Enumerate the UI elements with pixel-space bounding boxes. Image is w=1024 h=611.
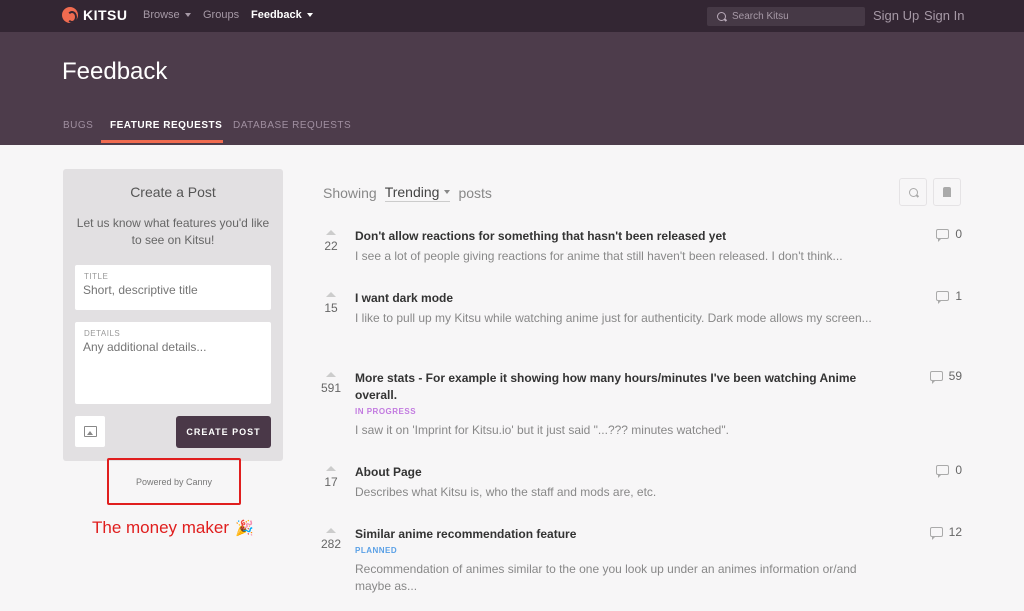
comment-icon (936, 229, 950, 242)
powered-by-canny-link[interactable]: Powered by Canny (107, 458, 241, 505)
upvote-icon (326, 292, 336, 297)
sign-up-link[interactable]: Sign Up (873, 8, 919, 23)
comment-icon (929, 371, 943, 384)
vote-count: 591 (320, 381, 342, 395)
status-badge: IN PROGRESS (355, 407, 417, 416)
filter-icon (943, 187, 951, 197)
search-icon (908, 187, 918, 197)
vote-button[interactable]: 22 (320, 230, 342, 253)
create-post-button[interactable]: CREATE POST (176, 416, 271, 448)
nav-feedback[interactable]: Feedback (251, 9, 313, 21)
vote-button[interactable]: 17 (320, 466, 342, 489)
post-item[interactable]: 17 About Page Describes what Kitsu is, w… (320, 463, 970, 504)
post-description: Describes what Kitsu is, who the staff a… (355, 485, 657, 499)
comment-count: 59 (929, 369, 962, 384)
search-posts-button[interactable] (899, 178, 927, 206)
nav-groups-label: Groups (203, 9, 240, 21)
top-nav: KITSU Browse Groups Feedback Search Kits… (0, 0, 1024, 32)
search-icon (717, 12, 726, 21)
upvote-icon (326, 466, 336, 471)
kitsu-logo-icon (62, 7, 78, 23)
comment-count-value: 1 (955, 289, 962, 303)
sign-in-link[interactable]: Sign In (924, 8, 964, 23)
post-description: I see a lot of people giving reactions f… (355, 249, 843, 263)
title-input[interactable] (83, 283, 261, 297)
post-title[interactable]: I want dark mode (355, 290, 895, 307)
create-post-description: Let us know what features you'd like to … (76, 216, 270, 247)
upvote-icon (326, 230, 336, 235)
comment-count-value: 0 (955, 463, 962, 477)
nav-feedback-label: Feedback (251, 9, 302, 21)
vote-count: 22 (324, 239, 338, 253)
comment-icon (936, 291, 950, 304)
post-description: I like to pull up my Kitsu while watchin… (355, 311, 872, 325)
comment-count: 1 (936, 289, 962, 304)
search-input[interactable]: Search Kitsu (707, 7, 865, 26)
tab-database-requests[interactable]: DATABASE REQUESTS (233, 120, 351, 131)
sort-suffix: posts (458, 185, 492, 201)
annotation: The money maker 🎉 (92, 518, 254, 538)
annotation-text: The money maker (92, 518, 229, 537)
comment-count: 0 (936, 227, 962, 242)
sort-row: Showing Trending posts (323, 184, 492, 202)
post-item[interactable]: 282 Similar anime recommendation feature… (320, 525, 970, 598)
tab-bugs[interactable]: BUGS (63, 120, 93, 131)
image-icon (83, 426, 97, 437)
kitsu-logo[interactable]: KITSU (62, 7, 128, 23)
nav-groups[interactable]: Groups (203, 9, 239, 21)
comment-count: 0 (936, 463, 962, 478)
comment-icon (929, 527, 943, 540)
details-input[interactable] (83, 340, 261, 390)
comment-count-value: 0 (955, 227, 962, 241)
post-title[interactable]: More stats - For example it showing how … (355, 370, 895, 404)
post-item[interactable]: 591 More stats - For example it showing … (320, 369, 970, 440)
details-label: DETAILS (84, 329, 121, 338)
post-description: I saw it on 'Imprint for Kitsu.io' but i… (355, 423, 729, 437)
post-description: Recommendation of animes similar to the … (355, 562, 857, 593)
upvote-icon (326, 528, 336, 533)
attach-image-button[interactable] (75, 416, 105, 447)
post-title[interactable]: About Page (355, 464, 895, 481)
vote-button[interactable]: 282 (320, 528, 342, 551)
comment-icon (936, 465, 950, 478)
create-post-card: Create a Post Let us know what features … (63, 169, 283, 461)
post-title[interactable]: Don't allow reactions for something that… (355, 228, 895, 245)
nav-browse[interactable]: Browse (143, 9, 191, 21)
search-placeholder: Search Kitsu (732, 11, 789, 22)
post-item[interactable]: 22 Don't allow reactions for something t… (320, 227, 970, 268)
sort-selected-label: Trending (384, 184, 440, 200)
vote-count: 15 (324, 301, 338, 315)
title-field[interactable]: TITLE (75, 265, 271, 310)
active-tab-indicator (101, 140, 223, 143)
comment-count-value: 59 (948, 369, 962, 383)
title-label: TITLE (84, 272, 109, 281)
chevron-down-icon (444, 190, 451, 194)
details-field[interactable]: DETAILS (75, 322, 271, 404)
page-title: Feedback (62, 58, 168, 85)
powered-by-label: Powered by Canny (135, 476, 213, 487)
page-header: Feedback BUGS FEATURE REQUESTS DATABASE … (0, 32, 1024, 145)
comment-count-value: 12 (948, 525, 962, 539)
post-item[interactable]: 15 I want dark mode I like to pull up my… (320, 289, 970, 345)
vote-button[interactable]: 591 (320, 372, 342, 395)
chevron-down-icon (306, 13, 313, 17)
brand-name: KITSU (83, 7, 128, 23)
vote-count: 17 (324, 475, 338, 489)
status-badge: PLANNED (355, 546, 398, 555)
post-title[interactable]: Similar anime recommendation feature (355, 526, 895, 543)
tab-feature-requests[interactable]: FEATURE REQUESTS (110, 120, 222, 131)
chevron-down-icon (184, 13, 191, 17)
vote-button[interactable]: 15 (320, 292, 342, 315)
create-post-title: Create a Post (130, 184, 216, 200)
comment-count: 12 (929, 525, 962, 540)
upvote-icon (326, 372, 336, 377)
party-popper-icon: 🎉 (235, 520, 254, 537)
sort-prefix: Showing (323, 185, 377, 201)
filter-button[interactable] (933, 178, 961, 206)
sort-select[interactable]: Trending (384, 184, 451, 202)
nav-browse-label: Browse (143, 9, 180, 21)
vote-count: 282 (320, 537, 342, 551)
